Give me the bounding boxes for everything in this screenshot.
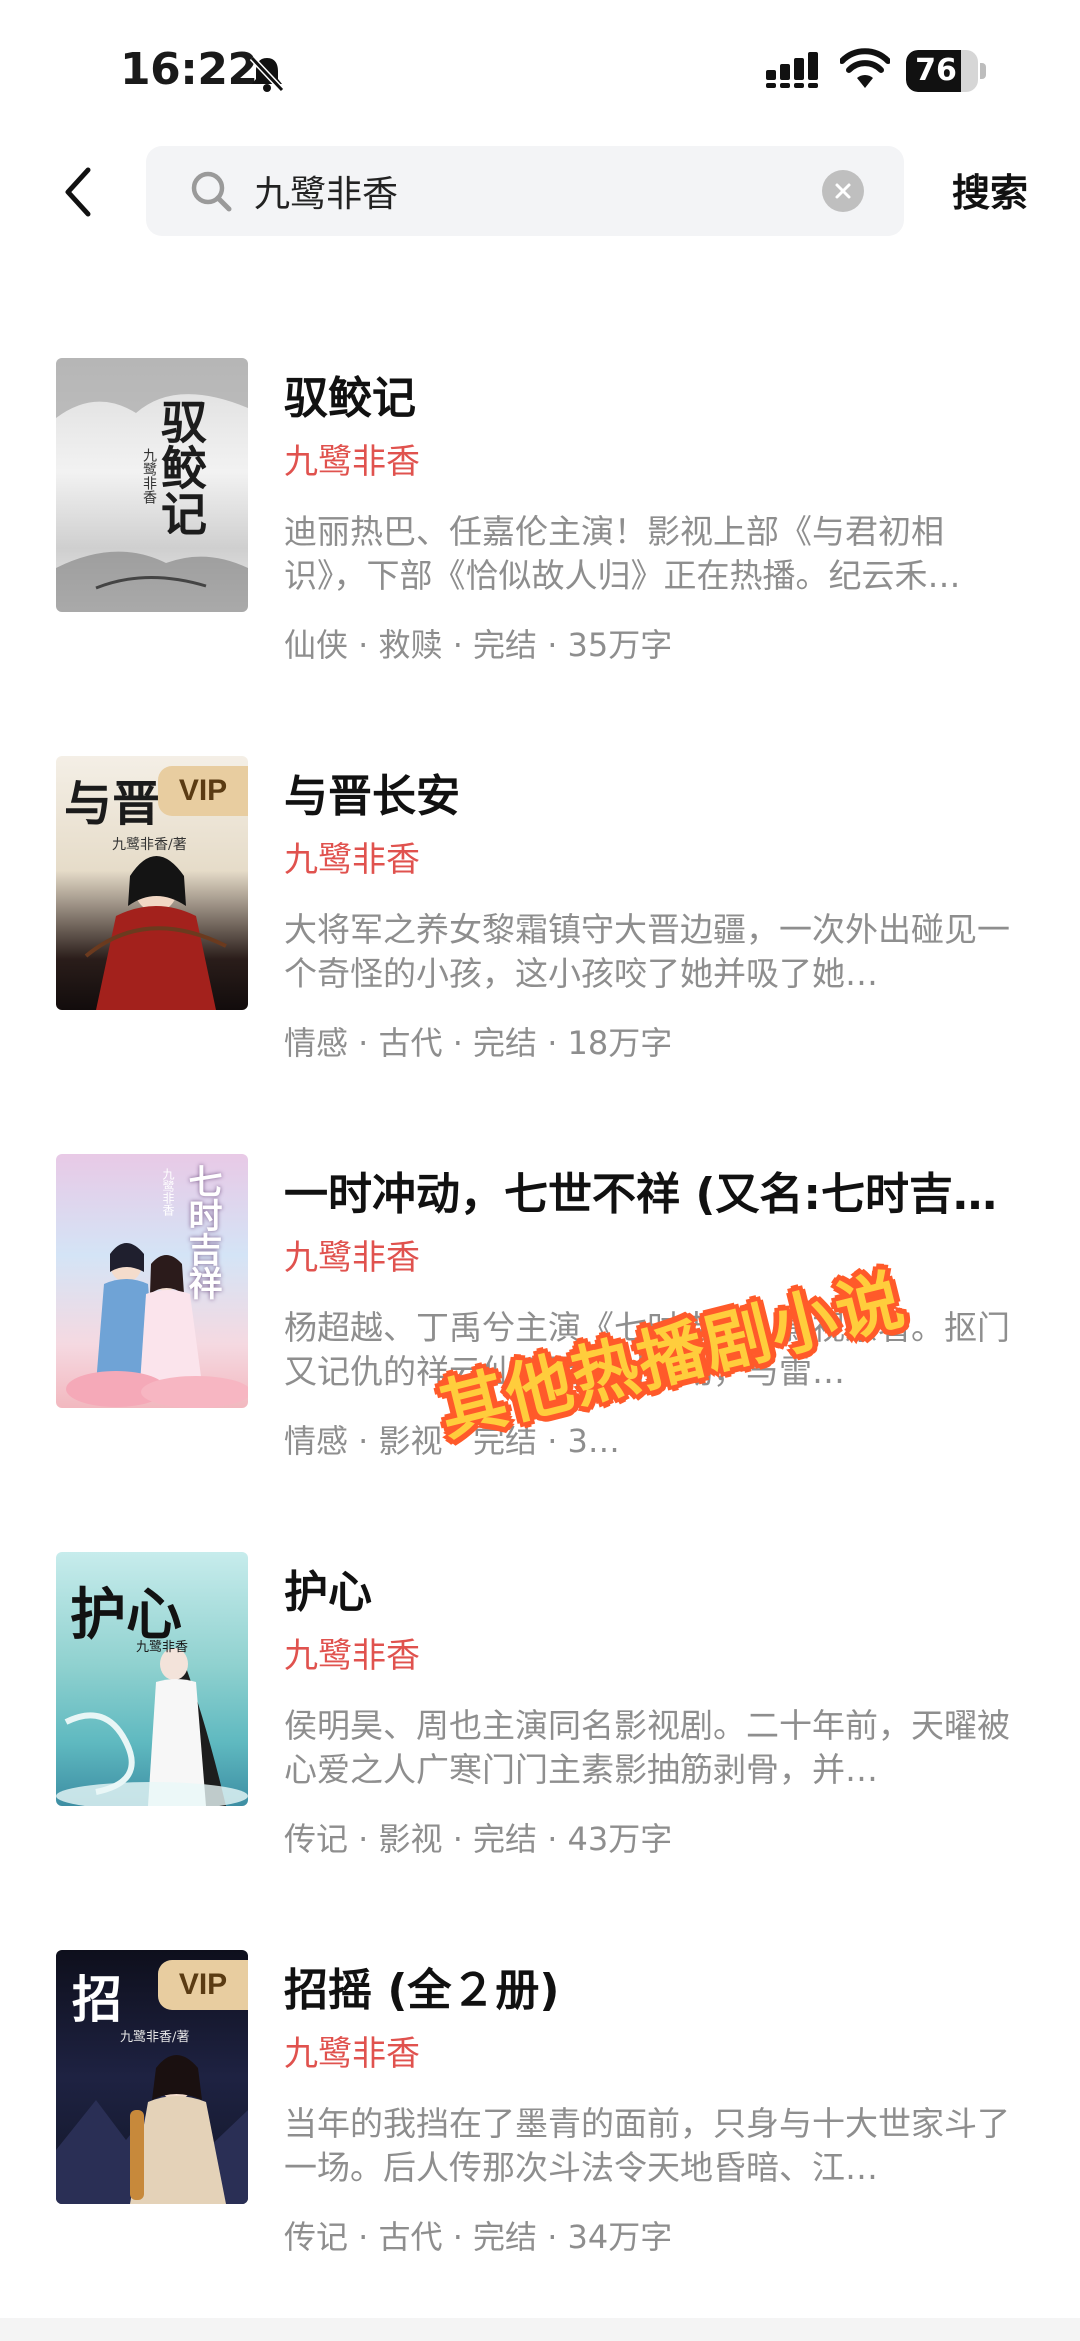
book-cover[interactable]: 与晋 九鹭非香/著 VIP bbox=[56, 756, 248, 1010]
book-description: 大将军之养女黎霜镇守大晋边疆，一次外出碰见一个奇怪的小孩，这小孩咬了她并吸了她… bbox=[284, 910, 1010, 993]
search-button[interactable]: 搜索 bbox=[952, 162, 1028, 217]
book-author[interactable]: 九鹭非香 bbox=[284, 1230, 420, 1279]
search-box[interactable] bbox=[146, 146, 904, 236]
bottom-bar bbox=[0, 2318, 1080, 2341]
book-meta: 传记 · 影视 · 完结 · 43万字 bbox=[284, 1820, 673, 1858]
cover-author: 九鹭非香 bbox=[136, 1640, 189, 1655]
search-input[interactable] bbox=[254, 146, 814, 236]
battery-tip bbox=[980, 63, 986, 79]
book-author[interactable]: 九鹭非香 bbox=[284, 832, 420, 881]
book-description: 侯明昊、周也主演同名影视剧。二十年前，天曜被心爱之人广寒门门主素影抽筋剥骨，并… bbox=[284, 1706, 1010, 1789]
cover-author: 九鹭非香 bbox=[161, 1168, 175, 1216]
cellular-signal-icon bbox=[766, 50, 822, 90]
book-meta: 情感 · 古代 · 完结 · 18万字 bbox=[284, 1024, 673, 1062]
bell-muted-icon bbox=[246, 54, 288, 94]
cover-author: 九鹭非香 bbox=[141, 448, 157, 504]
result-item[interactable]: 与晋 九鹭非香/著 VIP 与晋长安 九鹭非香 大将军之养女黎霜镇守大晋边疆，一… bbox=[0, 756, 1080, 1154]
book-title[interactable]: 招摇 (全２册) bbox=[284, 1954, 1004, 2018]
book-meta: 传记 · 古代 · 完结 · 34万字 bbox=[284, 2218, 673, 2256]
cover-author: 九鹭非香/著 bbox=[120, 2030, 190, 2045]
book-title[interactable]: 驭鲛记 bbox=[284, 362, 1004, 426]
result-item[interactable]: 招 九鹭非香/著 VIP 招摇 (全２册) 九鹭非香 当年的我挡在了墨青的面前，… bbox=[0, 1950, 1080, 2341]
search-results-page: 16:22 76 九鹭非香 搜索 驭鲛记 九鹭非香 驭鲛记 九鹭非香 迪丽热巴、… bbox=[0, 0, 1080, 2341]
book-author[interactable]: 九鹭非香 bbox=[284, 2026, 420, 2075]
clear-icon[interactable] bbox=[822, 170, 864, 212]
vip-badge: VIP bbox=[158, 1960, 248, 2010]
battery-indicator: 76 bbox=[906, 50, 986, 92]
vip-badge: VIP bbox=[158, 766, 248, 816]
battery-percent: 76 bbox=[915, 53, 957, 88]
book-description: 当年的我挡在了墨青的面前，只身与十大世家斗了一场。后人传那次斗法令天地昏暗、江… bbox=[284, 2104, 1010, 2187]
book-cover[interactable]: 招 九鹭非香/著 VIP bbox=[56, 1950, 248, 2204]
book-title[interactable]: 与晋长安 bbox=[284, 760, 1004, 824]
book-author[interactable]: 九鹭非香 bbox=[284, 1628, 420, 1677]
wifi-icon bbox=[839, 48, 891, 90]
book-title[interactable]: 一时冲动，七世不祥 (又名:七时吉祥) bbox=[284, 1158, 1004, 1222]
status-bar: 16:22 76 bbox=[0, 0, 1080, 140]
book-author[interactable]: 九鹭非香 bbox=[284, 434, 420, 483]
battery-icon: 76 bbox=[906, 50, 978, 92]
book-cover[interactable]: 护心 九鹭非香 bbox=[56, 1552, 248, 1806]
search-icon bbox=[188, 168, 234, 214]
cover-title: 招 bbox=[72, 1970, 122, 2029]
book-description: 迪丽热巴、任嘉伦主演！影视上部《与君初相识》，下部《恰似故人归》正在热播。纪云禾… bbox=[284, 512, 961, 595]
cover-title: 驭鲛记 bbox=[154, 398, 208, 536]
result-item[interactable]: 护心 九鹭非香 护心 九鹭非香 侯明昊、周也主演同名影视剧。二十年前，天曜被心爱… bbox=[0, 1552, 1080, 1950]
result-item[interactable]: 驭鲛记 九鹭非香 驭鲛记 九鹭非香 迪丽热巴、任嘉伦主演！影视上部《与君初相识》… bbox=[0, 358, 1080, 756]
status-time: 16:22 bbox=[120, 44, 258, 95]
cover-title: 七时吉祥 bbox=[182, 1164, 222, 1300]
chevron-left-icon bbox=[65, 167, 91, 217]
book-title[interactable]: 护心 bbox=[284, 1556, 1004, 1620]
back-button[interactable] bbox=[56, 160, 106, 224]
book-cover[interactable]: 七时吉祥 九鹭非香 bbox=[56, 1154, 248, 1408]
book-cover[interactable]: 驭鲛记 九鹭非香 bbox=[56, 358, 248, 612]
book-meta: 仙侠 · 救赎 · 完结 · 35万字 bbox=[284, 626, 673, 664]
